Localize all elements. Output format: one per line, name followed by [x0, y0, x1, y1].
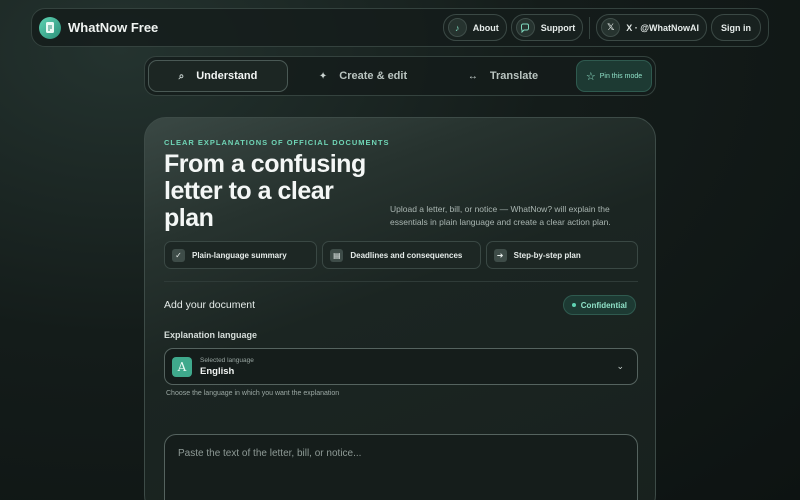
x-logo-icon: 𝕏	[601, 18, 621, 37]
music-note-icon: ♪	[447, 18, 467, 37]
tab-understand[interactable]: ⌕ Understand	[148, 60, 288, 92]
confidential-badge: Confidential	[562, 295, 636, 315]
pin-mode-label: Pin this mode	[599, 72, 643, 80]
chat-icon	[515, 18, 535, 37]
document-text-input[interactable]	[164, 434, 638, 500]
app-logo-icon	[39, 16, 61, 39]
page-title: From a confusing letter to a clear plan	[164, 150, 366, 232]
divider	[589, 16, 591, 39]
feature-label: Plain-language summary	[192, 250, 287, 260]
eyebrow-text: CLEAR EXPLANATIONS OF OFFICIAL DOCUMENTS	[164, 138, 390, 147]
tab-understand-label: Understand	[196, 70, 258, 82]
main-card: CLEAR EXPLANATIONS OF OFFICIAL DOCUMENTS…	[144, 117, 656, 500]
star-icon: ☆	[585, 70, 596, 83]
tab-translate[interactable]: ↔ Translate	[438, 60, 568, 92]
feature-label: Step-by-step plan	[513, 250, 581, 260]
sparkle-icon: ✦	[318, 70, 328, 82]
feature-chip: ✓ Plain-language summary	[164, 241, 318, 269]
language-caption: Selected language	[200, 356, 254, 364]
arrows-icon: ↔	[467, 70, 478, 82]
language-value: English	[200, 365, 235, 377]
language-select[interactable]: A Selected language English ⌄	[164, 348, 638, 385]
sign-in-button[interactable]: Sign in	[711, 14, 761, 41]
support-label: Support	[540, 22, 576, 33]
about-label: About	[472, 22, 499, 33]
section-divider	[164, 281, 638, 282]
feature-chip: ➜ Step-by-step plan	[485, 241, 638, 269]
chevron-down-icon: ⌄	[616, 361, 624, 371]
app-name: WhatNow Free	[68, 20, 159, 35]
feature-chip: ▤ Deadlines and consequences	[322, 241, 481, 269]
tab-create-edit[interactable]: ✦ Create & edit	[288, 60, 438, 92]
mode-tabs: ⌕ Understand ✦ Create & edit ↔ Translate…	[144, 56, 656, 96]
lead-paragraph: Upload a letter, bill, or notice — WhatN…	[390, 204, 611, 227]
tab-translate-label: Translate	[489, 70, 539, 82]
feature-label: Deadlines and consequences	[350, 250, 463, 260]
x-handle-label: X · @WhatNowAI	[626, 22, 699, 33]
language-badge: A	[172, 356, 192, 377]
search-icon: ⌕	[178, 70, 185, 82]
check-icon: ✓	[172, 248, 185, 262]
status-dot-icon	[571, 303, 576, 307]
section-title: Add your document	[164, 299, 256, 311]
tab-create-edit-label: Create & edit	[339, 70, 408, 82]
pin-mode-button[interactable]: ☆ Pin this mode	[576, 60, 652, 92]
language-field-label: Explanation language	[164, 330, 258, 340]
language-hint: Choose the language in which you want th…	[166, 390, 340, 397]
top-navigation-bar: WhatNow Free ♪ About Support 𝕏 X · @What…	[31, 8, 769, 47]
arrow-right-icon: ➜	[493, 248, 507, 262]
feature-list: ✓ Plain-language summary ▤ Deadlines and…	[164, 241, 638, 269]
about-button[interactable]: ♪ About	[442, 14, 507, 41]
calendar-icon: ▤	[330, 248, 344, 262]
x-profile-link[interactable]: 𝕏 X · @WhatNowAI	[596, 14, 707, 41]
brand[interactable]: WhatNow Free	[39, 16, 159, 39]
sign-in-label: Sign in	[721, 22, 751, 33]
support-button[interactable]: Support	[510, 14, 584, 41]
confidential-label: Confidential	[580, 300, 627, 310]
